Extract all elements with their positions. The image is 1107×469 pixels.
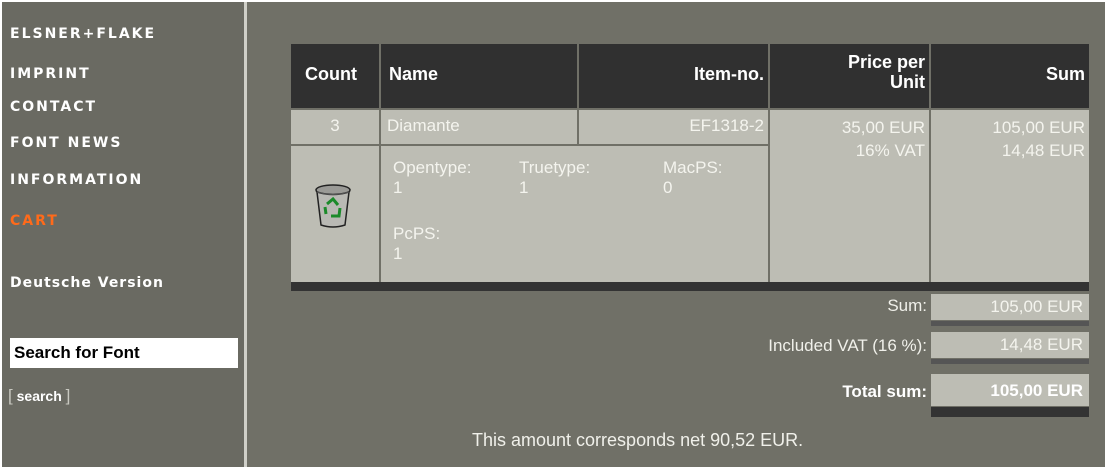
sum-value: 105,00 EUR bbox=[931, 294, 1089, 320]
cell-price: 35,00 EUR 16% VAT bbox=[770, 110, 929, 282]
total-label: Total sum: bbox=[842, 382, 927, 401]
search-button[interactable]: [ search ] bbox=[8, 386, 70, 406]
trash-can-recycle-icon[interactable] bbox=[313, 184, 353, 228]
header-item-no: Item-no. bbox=[579, 44, 768, 108]
net-amount-note: This amount corresponds net 90,52 EUR. bbox=[472, 430, 804, 450]
nav-font-news[interactable]: FONT NEWS bbox=[10, 135, 122, 151]
cell-count: 3 bbox=[291, 110, 379, 144]
price-per-unit: 35,00 EUR bbox=[841, 118, 925, 137]
total-separator bbox=[931, 407, 1089, 417]
search-input[interactable] bbox=[10, 338, 238, 368]
format-macps: MacPS: 0 bbox=[663, 158, 723, 197]
format-truetype: Truetype: 1 bbox=[519, 158, 591, 197]
search-bracket-open: [ bbox=[8, 386, 13, 405]
sum-separator bbox=[931, 321, 1089, 326]
row-vat-sum: 14,48 EUR bbox=[1001, 141, 1085, 160]
vat-rate: 16% VAT bbox=[855, 141, 925, 160]
vat-separator bbox=[931, 359, 1089, 364]
nav-imprint[interactable]: IMPRINT bbox=[10, 66, 91, 82]
header-count: Count bbox=[291, 44, 379, 108]
header-sum-label: Sum bbox=[1045, 64, 1085, 84]
header-count-label: Count bbox=[305, 64, 357, 84]
total-value: 105,00 EUR bbox=[931, 374, 1089, 406]
header-price: Price per Unit bbox=[770, 44, 929, 108]
cell-delete bbox=[291, 146, 379, 282]
table-footer-bar bbox=[291, 282, 1089, 291]
search-bracket-close: ] bbox=[65, 386, 71, 405]
nav-brand[interactable]: ELSNER+FLAKE bbox=[10, 26, 156, 42]
cell-formats: Opentype: 1 Truetype: 1 MacPS: 0 PcPS: 1 bbox=[381, 146, 768, 282]
row-sum: 105,00 EUR bbox=[992, 118, 1085, 137]
cell-item-no: EF1318-2 bbox=[579, 110, 768, 144]
vat-label: Included VAT (16 %): bbox=[768, 336, 927, 355]
search-link-label[interactable]: search bbox=[17, 388, 62, 404]
sidebar: ELSNER+FLAKE IMPRINT CONTACT FONT NEWS I… bbox=[2, 2, 244, 467]
format-opentype: Opentype: 1 bbox=[393, 158, 472, 197]
nav-german-version[interactable]: Deutsche Version bbox=[10, 275, 164, 291]
format-pcps: PcPS: 1 bbox=[393, 224, 441, 263]
header-sum: Sum bbox=[931, 44, 1089, 108]
nav-information[interactable]: INFORMATION bbox=[10, 172, 143, 188]
nav-contact[interactable]: CONTACT bbox=[10, 99, 97, 115]
header-name: Name bbox=[381, 44, 577, 108]
header-price-label: Price per Unit bbox=[847, 52, 925, 92]
vat-value: 14,48 EUR bbox=[931, 332, 1089, 358]
cell-sum: 105,00 EUR 14,48 EUR bbox=[931, 110, 1089, 282]
header-item-no-label: Item-no. bbox=[694, 64, 764, 84]
cell-name: Diamante bbox=[381, 110, 577, 144]
nav-cart[interactable]: CART bbox=[10, 213, 59, 229]
sum-label: Sum: bbox=[887, 296, 927, 315]
header-name-label: Name bbox=[389, 64, 439, 84]
